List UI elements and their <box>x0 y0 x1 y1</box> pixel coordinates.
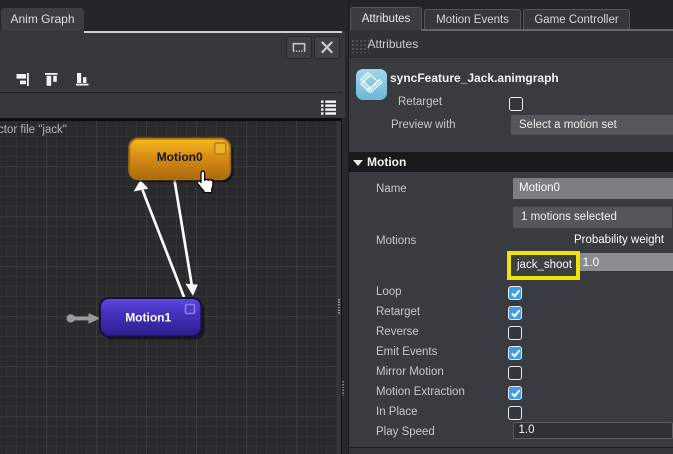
svg-text:Motion0: Motion0 <box>157 150 203 164</box>
svg-text:Motion1: Motion1 <box>125 310 171 324</box>
